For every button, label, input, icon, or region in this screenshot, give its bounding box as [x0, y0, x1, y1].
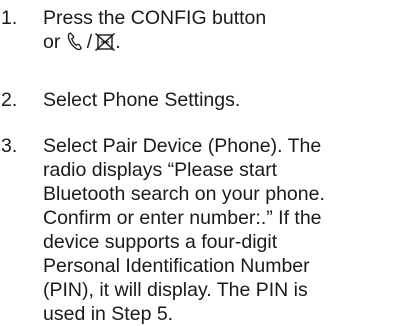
step-3-line-3: Bluetooth search on your phone.	[43, 183, 325, 205]
phone-handset-icon	[66, 31, 84, 51]
step-1-line-2: or / .	[43, 30, 402, 54]
step-3-line-4: Confirm or enter number:.” If the	[43, 207, 322, 229]
step-3-line-2: radio displays “Please start	[43, 159, 278, 181]
step-1-line-1: Press the CONFIG button	[43, 7, 267, 29]
mute-phone-icon	[95, 33, 116, 51]
step-number: 1.	[1, 7, 18, 29]
step-3-line-5: device supports a four-digit	[43, 231, 278, 253]
icon-separator: /	[86, 31, 93, 53]
step-2: 2. Select Phone Settings.	[0, 88, 402, 112]
step-1-or-text: or	[43, 31, 61, 53]
step-2-text: Select Phone Settings.	[43, 89, 241, 111]
step-3: 3. Select Pair Device (Phone). The radio…	[0, 134, 402, 326]
step-number: 3.	[1, 135, 18, 157]
step-1: 1. Press the CONFIG button or / .	[0, 6, 402, 54]
step-number: 2.	[1, 89, 18, 111]
step-3-line-8: used in Step 5.	[43, 303, 174, 325]
step-1-period: .	[115, 31, 121, 53]
step-3-line-6: Personal Identification Number	[43, 255, 310, 277]
step-3-line-1: Select Pair Device (Phone). The	[43, 135, 322, 157]
step-3-line-7: (PIN), it will display. The PIN is	[43, 279, 308, 301]
